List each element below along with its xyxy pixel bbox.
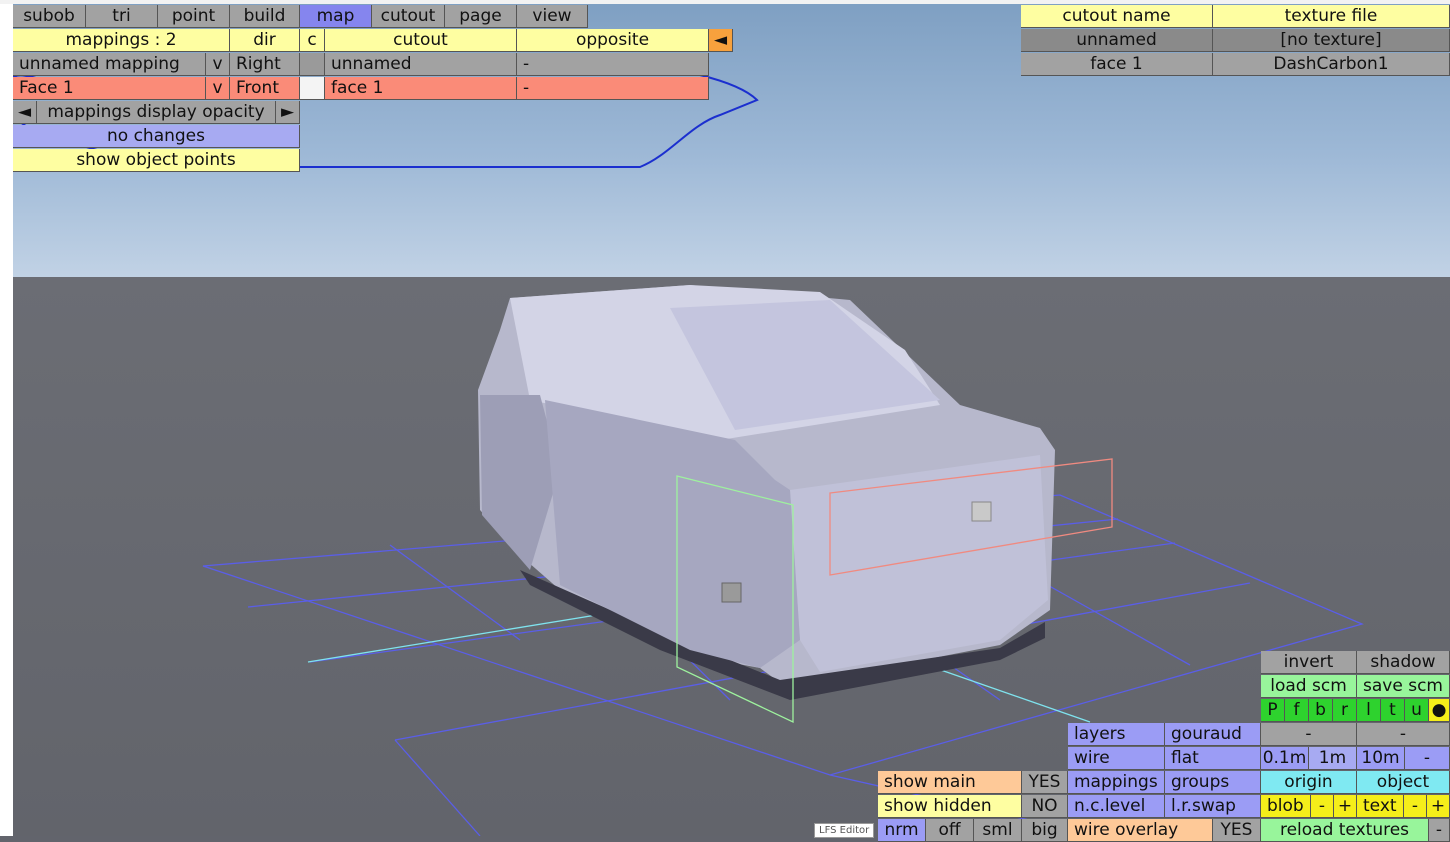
view-button-t[interactable]: t (1381, 699, 1405, 722)
show-hidden-value[interactable]: NO (1022, 795, 1068, 818)
grid-dash-button[interactable]: - (1405, 747, 1450, 770)
menu-point[interactable]: point (158, 5, 230, 28)
right-mapping-handle[interactable] (721, 582, 742, 603)
mapping-row-cutout[interactable]: unnamed (325, 53, 517, 76)
mapping-row-dir[interactable]: Front (230, 77, 300, 100)
dash-button[interactable]: - (1261, 723, 1357, 746)
menu-map[interactable]: map (300, 5, 372, 28)
grid-1m-button[interactable]: 1m (1309, 747, 1357, 770)
left-border (0, 0, 13, 836)
menu-page[interactable]: page (445, 5, 517, 28)
mapping-row-opposite[interactable]: - (517, 53, 709, 76)
mapping-row-color[interactable] (300, 77, 325, 100)
texture-file-cell[interactable]: [no texture] (1213, 29, 1450, 52)
mapping-row-color[interactable] (300, 53, 325, 76)
origin-button[interactable]: origin (1261, 771, 1357, 794)
cutout-name-cell[interactable]: face 1 (1021, 53, 1213, 76)
collapse-arrow-icon[interactable]: ◄ (709, 29, 733, 52)
texture-file-cell[interactable]: DashCarbon1 (1213, 53, 1450, 76)
mapping-row-v[interactable]: v (206, 77, 230, 100)
mapping-row-v[interactable]: v (206, 53, 230, 76)
cutout-name-cell[interactable]: unnamed (1021, 29, 1213, 52)
mapping-row-dir[interactable]: Right (230, 53, 300, 76)
mapping-row-name[interactable]: Face 1 (13, 77, 206, 100)
opacity-decrease-icon[interactable]: ◄ (13, 101, 37, 124)
menu-build[interactable]: build (230, 5, 300, 28)
cutout-header: cutout (325, 29, 517, 52)
size-off-button[interactable]: off (926, 819, 974, 842)
view-button-l[interactable]: l (1357, 699, 1381, 722)
c-header: c (300, 29, 325, 52)
opposite-header: opposite (517, 29, 709, 52)
mappings-count: mappings : 2 (13, 29, 230, 52)
shadow-button[interactable]: shadow (1357, 651, 1450, 674)
mappings-button[interactable]: mappings (1068, 771, 1165, 794)
cutout-name-header: cutout name (1021, 5, 1213, 28)
invert-button[interactable]: invert (1261, 651, 1357, 674)
view-button-f[interactable]: f (1285, 699, 1309, 722)
top-border (0, 0, 1450, 4)
show-main-value[interactable]: YES (1022, 771, 1068, 794)
mapping-row-name[interactable]: unnamed mapping (13, 53, 206, 76)
size-big-button[interactable]: big (1022, 819, 1068, 842)
text-plus-button[interactable]: + (1427, 795, 1450, 818)
dash-button[interactable]: - (1357, 723, 1450, 746)
view-button-b[interactable]: b (1309, 699, 1333, 722)
menu-tri[interactable]: tri (86, 5, 158, 28)
dir-header: dir (230, 29, 300, 52)
menu-cutout[interactable]: cutout (372, 5, 445, 28)
blob-plus-button[interactable]: + (1334, 795, 1357, 818)
text-minus-button[interactable]: - (1404, 795, 1427, 818)
text-label: text (1357, 795, 1404, 818)
blob-label: blob (1261, 795, 1311, 818)
menu-view[interactable]: view (517, 5, 588, 28)
show-main-label[interactable]: show main (878, 771, 1022, 794)
mapping-row-opposite[interactable]: - (517, 77, 709, 100)
view-button-r[interactable]: r (1333, 699, 1357, 722)
mapping-row-cutout[interactable]: face 1 (325, 77, 517, 100)
grid-10m-button[interactable]: 10m (1357, 747, 1405, 770)
no-changes-status: no changes (13, 125, 300, 148)
face1-mapping-handle[interactable] (971, 501, 992, 522)
opacity-increase-icon[interactable]: ► (276, 101, 300, 124)
menu-subob[interactable]: subob (13, 5, 86, 28)
save-scm-button[interactable]: save scm (1357, 675, 1450, 698)
show-hidden-label[interactable]: show hidden (878, 795, 1022, 818)
dot-icon[interactable]: ● (1429, 699, 1450, 722)
size-nrm-button[interactable]: nrm (878, 819, 926, 842)
view-button-p[interactable]: P (1261, 699, 1285, 722)
layers-button[interactable]: layers (1068, 723, 1165, 746)
wire-overlay-label[interactable]: wire overlay (1068, 819, 1213, 842)
size-sml-button[interactable]: sml (974, 819, 1022, 842)
object-button[interactable]: object (1357, 771, 1450, 794)
texture-file-header: texture file (1213, 5, 1450, 28)
wire-overlay-value[interactable]: YES (1213, 819, 1261, 842)
view-button-u[interactable]: u (1405, 699, 1429, 722)
groups-button[interactable]: groups (1165, 771, 1261, 794)
load-scm-button[interactable]: load scm (1261, 675, 1357, 698)
reload-textures-button[interactable]: reload textures (1261, 819, 1429, 842)
reload-dash-button[interactable]: - (1429, 819, 1450, 842)
blob-minus-button[interactable]: - (1311, 795, 1334, 818)
show-object-points-button[interactable]: show object points (13, 149, 300, 172)
gouraud-button[interactable]: gouraud (1165, 723, 1261, 746)
car-model (478, 285, 1055, 700)
nc-level-button[interactable]: n.c.level (1068, 795, 1165, 818)
opacity-label: mappings display opacity (37, 101, 276, 124)
flat-button[interactable]: flat (1165, 747, 1261, 770)
wire-button[interactable]: wire (1068, 747, 1165, 770)
grid-0-1m-button[interactable]: 0.1m (1261, 747, 1309, 770)
lr-swap-button[interactable]: l.r.swap (1165, 795, 1261, 818)
